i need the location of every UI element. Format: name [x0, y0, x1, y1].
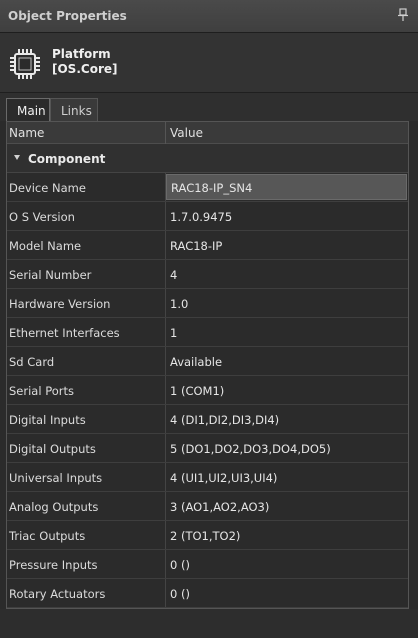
column-resize-handle[interactable]: [165, 122, 166, 144]
object-header: Platform [OS.Core]: [0, 33, 418, 93]
object-name: Platform: [52, 47, 111, 61]
property-name: O S Version: [9, 210, 75, 224]
property-name: Ethernet Interfaces: [9, 326, 120, 340]
column-divider: [165, 231, 166, 259]
property-row[interactable]: Pressure Inputs 0 (): [7, 550, 408, 579]
property-name: Serial Ports: [9, 384, 74, 398]
tab-links[interactable]: Links: [50, 98, 98, 121]
column-divider: [165, 202, 166, 230]
property-name: Digital Inputs: [9, 413, 86, 427]
column-header: Name Value: [7, 122, 408, 144]
column-divider: [165, 347, 166, 375]
property-row[interactable]: Digital Outputs 5 (DO1,DO2,DO3,DO4,DO5): [7, 434, 408, 463]
property-value: RAC18-IP: [170, 239, 223, 253]
property-value: 1.0: [170, 297, 189, 311]
property-name: Universal Inputs: [9, 471, 103, 485]
property-row[interactable]: Universal Inputs 4 (UI1,UI2,UI3,UI4): [7, 463, 408, 492]
device-name-field[interactable]: RAC18-IP_SN4: [166, 174, 407, 200]
property-row[interactable]: Serial Ports 1 (COM1): [7, 376, 408, 405]
pin-icon[interactable]: [398, 8, 408, 22]
column-divider: [165, 260, 166, 288]
object-properties-panel: Object Properties Platform [OS.Core] Mai…: [0, 0, 418, 638]
property-row[interactable]: Digital Inputs 4 (DI1,DI2,DI3,DI4): [7, 405, 408, 434]
property-value: 1: [170, 326, 178, 340]
property-row[interactable]: O S Version 1.7.0.9475: [7, 202, 408, 231]
column-header-value[interactable]: Value: [170, 126, 203, 140]
tab-main[interactable]: Main: [6, 98, 50, 121]
property-value: Available: [170, 355, 223, 369]
column-divider: [165, 463, 166, 491]
chip-icon: [10, 49, 40, 79]
property-row[interactable]: Model Name RAC18-IP: [7, 231, 408, 260]
property-value: 5 (DO1,DO2,DO3,DO4,DO5): [170, 442, 331, 456]
column-divider: [165, 434, 166, 462]
property-name: Sd Card: [9, 355, 55, 369]
column-divider: [165, 579, 166, 607]
column-divider: [165, 318, 166, 346]
property-name: Device Name: [9, 181, 86, 195]
property-grid: Name Value Component Device Name RAC18-IP…: [6, 121, 409, 609]
group-label: Component: [28, 152, 106, 166]
property-value: 1.7.0.9475: [170, 210, 233, 224]
column-divider: [165, 492, 166, 520]
property-value: 4 (UI1,UI2,UI3,UI4): [170, 471, 278, 485]
property-row[interactable]: Analog Outputs 3 (AO1,AO2,AO3): [7, 492, 408, 521]
group-row-component[interactable]: Component: [7, 144, 408, 173]
panel-title: Object Properties: [8, 9, 127, 23]
panel-footer: [0, 609, 418, 638]
collapse-arrow-icon[interactable]: [14, 155, 20, 160]
property-value: 1 (COM1): [170, 384, 225, 398]
property-value: 4 (DI1,DI2,DI3,DI4): [170, 413, 280, 427]
object-type: [OS.Core]: [52, 62, 118, 76]
column-divider: [165, 405, 166, 433]
property-name: Digital Outputs: [9, 442, 96, 456]
column-divider: [165, 376, 166, 404]
property-name: Analog Outputs: [9, 500, 99, 514]
property-name: Pressure Inputs: [9, 558, 98, 572]
property-row[interactable]: Device Name RAC18-IP_SN4: [7, 173, 408, 202]
column-divider: [165, 289, 166, 317]
property-value: 3 (AO1,AO2,AO3): [170, 500, 270, 514]
property-row[interactable]: Ethernet Interfaces 1: [7, 318, 408, 347]
property-name: Model Name: [9, 239, 82, 253]
column-divider: [165, 550, 166, 578]
object-title: Platform [OS.Core]: [52, 47, 117, 77]
property-value: 0 (): [170, 558, 190, 572]
property-row[interactable]: Rotary Actuators 0 (): [7, 579, 408, 608]
property-value: 4: [170, 268, 178, 282]
column-header-name[interactable]: Name: [9, 126, 44, 140]
property-value: 2 (TO1,TO2): [170, 529, 241, 543]
property-row[interactable]: Serial Number 4: [7, 260, 408, 289]
property-value[interactable]: RAC18-IP_SN4: [171, 181, 252, 195]
tab-bar: Main Links: [0, 93, 418, 121]
column-divider: [165, 521, 166, 549]
property-row[interactable]: Sd Card Available: [7, 347, 408, 376]
property-name: Serial Number: [9, 268, 92, 282]
property-name: Hardware Version: [9, 297, 111, 311]
property-row[interactable]: Hardware Version 1.0: [7, 289, 408, 318]
property-name: Triac Outputs: [9, 529, 86, 543]
property-value: 0 (): [170, 587, 190, 601]
property-row[interactable]: Triac Outputs 2 (TO1,TO2): [7, 521, 408, 550]
property-name: Rotary Actuators: [9, 587, 106, 601]
property-rows: Device Name RAC18-IP_SN4 O S Version 1.7.0.…: [7, 173, 408, 608]
panel-titlebar: Object Properties: [0, 0, 418, 33]
